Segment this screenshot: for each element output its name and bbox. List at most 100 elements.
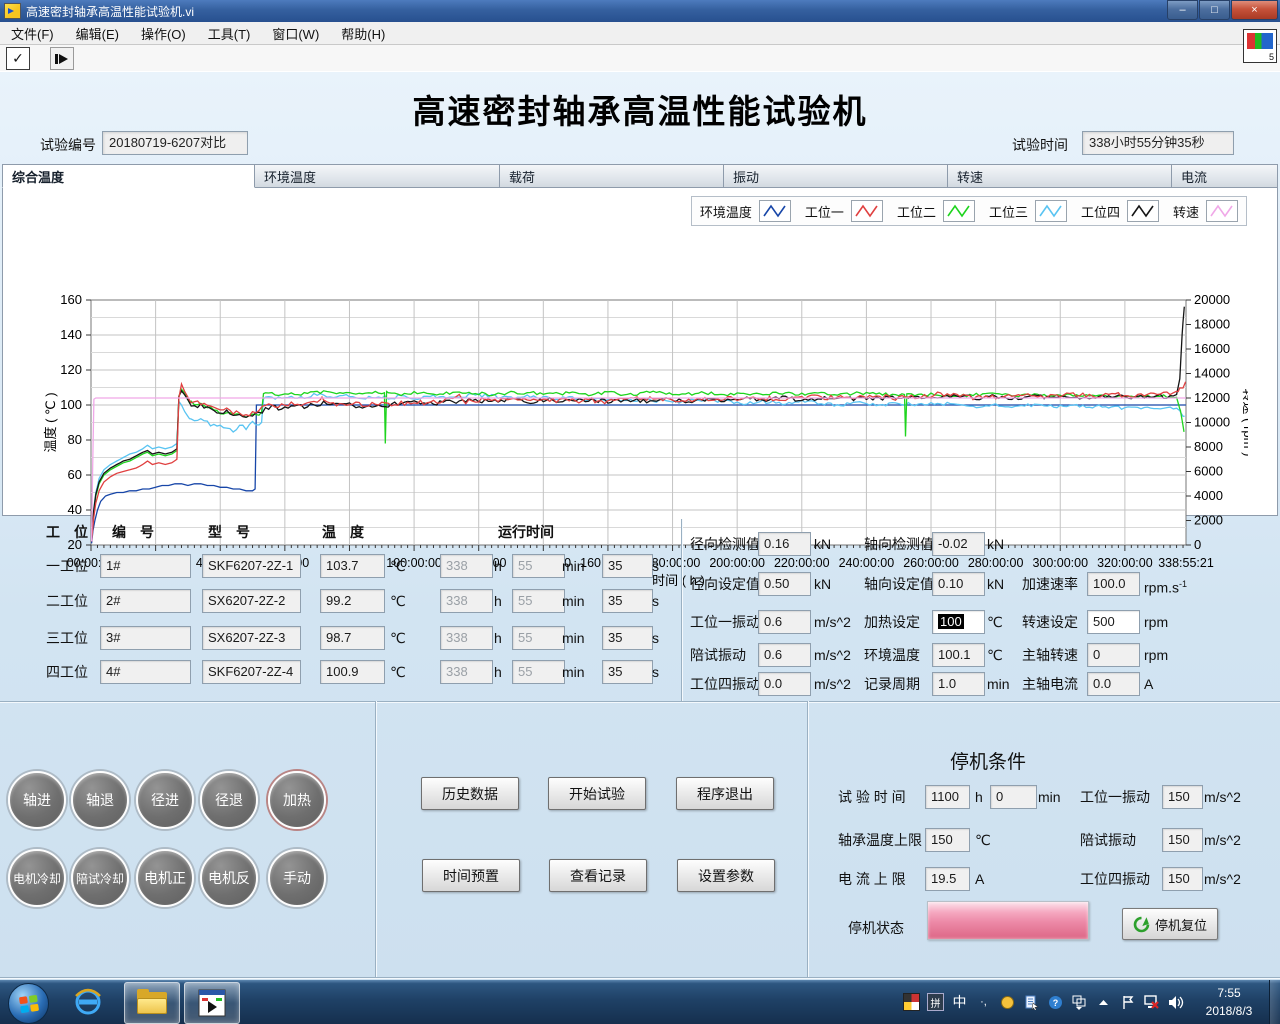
button-设置参数[interactable]: 设置参数 xyxy=(677,859,775,892)
desktop: 高速密封轴承高温性能试验机.vi – □ × 文件(F)编辑(E)操作(O)工具… xyxy=(0,0,1280,1024)
legend-item-工位三[interactable]: 工位三 xyxy=(989,200,1067,222)
shutdown-right-unit: m/s^2 xyxy=(1204,828,1241,852)
round-button-电机冷却[interactable]: 电机冷却 xyxy=(8,849,66,907)
messenger-icon[interactable] xyxy=(999,994,1016,1011)
volume-icon[interactable] xyxy=(1167,994,1184,1011)
action-center-flag-icon[interactable] xyxy=(1119,994,1136,1011)
round-button-手动[interactable]: 手动 xyxy=(268,849,326,907)
window-arrange-icon[interactable] xyxy=(1071,994,1088,1011)
param-field-加热设定[interactable]: 100 xyxy=(932,610,985,634)
s-unit: s xyxy=(652,589,659,613)
round-button-电机反[interactable]: 电机反 xyxy=(200,849,258,907)
menu-item-0[interactable]: 文件(F) xyxy=(0,22,65,44)
legend-item-工位一[interactable]: 工位一 xyxy=(805,200,883,222)
station-model-field[interactable]: SKF6207-2Z-1 xyxy=(202,554,301,578)
tab-综合温度[interactable]: 综合温度 xyxy=(2,164,255,188)
param-field-转速设定[interactable]: 500 xyxy=(1087,610,1140,634)
document-icon[interactable] xyxy=(1023,994,1040,1011)
legend-item-工位二[interactable]: 工位二 xyxy=(897,200,975,222)
shutdown-unit: h xyxy=(975,785,983,809)
ime-badge-icon[interactable] xyxy=(903,994,920,1011)
legend-swatch xyxy=(1035,200,1067,222)
tab-strip: 综合温度环境温度载荷振动转速电流 xyxy=(2,164,1278,189)
show-desktop-button[interactable] xyxy=(1269,980,1280,1024)
temp-unit: ℃ xyxy=(390,589,406,613)
tab-载荷[interactable]: 载荷 xyxy=(500,164,724,188)
round-button-电机正[interactable]: 电机正 xyxy=(136,849,194,907)
taskbar-clock[interactable]: 7:55 2018/8/3 xyxy=(1192,984,1266,1020)
explorer-taskbar-item[interactable] xyxy=(124,982,180,1024)
station-label: 二工位 xyxy=(46,589,88,613)
maximize-button[interactable]: □ xyxy=(1199,0,1230,20)
param-label: 工位一振动 xyxy=(690,610,760,634)
station-model-field[interactable]: SKF6207-2Z-4 xyxy=(202,660,301,684)
clock-date: 2018/8/3 xyxy=(1192,1002,1266,1020)
run-button[interactable] xyxy=(50,47,74,70)
test-id-field[interactable]: 20180719-6207对比 xyxy=(102,131,248,155)
station-no-field[interactable]: 1# xyxy=(100,554,191,578)
legend-item-工位四[interactable]: 工位四 xyxy=(1081,200,1159,222)
min-unit: min xyxy=(562,626,585,650)
menu-item-5[interactable]: 帮助(H) xyxy=(330,22,396,44)
h-unit: h xyxy=(494,660,502,684)
windows-logo-icon xyxy=(18,993,40,1015)
menu-item-2[interactable]: 操作(O) xyxy=(130,22,197,44)
button-程序退出[interactable]: 程序退出 xyxy=(676,777,774,810)
legend-item-环境温度[interactable]: 环境温度 xyxy=(700,200,791,222)
round-button-加热[interactable]: 加热 xyxy=(268,771,326,829)
menu-item-4[interactable]: 窗口(W) xyxy=(261,22,330,44)
shutdown-field[interactable]: 150 xyxy=(925,828,970,852)
round-button-轴退[interactable]: 轴退 xyxy=(71,771,129,829)
help-icon[interactable]: ? xyxy=(1047,994,1064,1011)
button-历史数据[interactable]: 历史数据 xyxy=(421,777,519,810)
menu-item-1[interactable]: 编辑(E) xyxy=(65,22,130,44)
station-no-field[interactable]: 4# xyxy=(100,660,191,684)
shutdown-reset-button[interactable]: 停机复位 xyxy=(1122,908,1218,940)
min-unit: min xyxy=(562,660,585,684)
station-no-field[interactable]: 2# xyxy=(100,589,191,613)
station-model-field[interactable]: SX6207-2Z-3 xyxy=(202,626,301,650)
round-button-径进[interactable]: 径进 xyxy=(136,771,194,829)
round-button-径退[interactable]: 径退 xyxy=(200,771,258,829)
ime-lang-indicator[interactable]: 中 xyxy=(951,994,968,1011)
shutdown-right-field[interactable]: 150 xyxy=(1162,828,1203,852)
ime-mode-icon[interactable]: 拼 xyxy=(927,994,944,1011)
button-时间预置[interactable]: 时间预置 xyxy=(422,859,520,892)
button-查看记录[interactable]: 查看记录 xyxy=(549,859,647,892)
minimize-button[interactable]: – xyxy=(1167,0,1198,20)
round-button-轴进[interactable]: 轴进 xyxy=(8,771,66,829)
tray-expand-icon[interactable] xyxy=(1095,994,1112,1011)
shutdown-right-field[interactable]: 150 xyxy=(1162,785,1203,809)
station-model-field[interactable]: SX6207-2Z-2 xyxy=(202,589,301,613)
ie-taskbar-item[interactable] xyxy=(64,982,112,1022)
tab-电流[interactable]: 电流 xyxy=(1172,164,1278,188)
shutdown-field[interactable]: 1100 xyxy=(925,785,970,809)
s-unit: s xyxy=(652,626,659,650)
start-button[interactable] xyxy=(8,983,49,1024)
shutdown-right-label-2: 工位四振动 xyxy=(1080,867,1150,891)
legend-swatch xyxy=(759,200,791,222)
tab-转速[interactable]: 转速 xyxy=(948,164,1172,188)
tab-振动[interactable]: 振动 xyxy=(724,164,948,188)
close-button[interactable]: × xyxy=(1231,0,1278,20)
round-button-陪试冷却[interactable]: 陪试冷却 xyxy=(71,849,129,907)
param-label: 主轴电流 xyxy=(1022,672,1078,696)
runtime-min-field: 55 xyxy=(512,660,565,684)
runtime-s-field: 35 xyxy=(602,660,653,684)
shutdown-field[interactable]: 0 xyxy=(990,785,1037,809)
confirm-button[interactable]: ✓ xyxy=(6,47,30,70)
menu-item-3[interactable]: 工具(T) xyxy=(197,22,262,44)
network-error-icon[interactable] xyxy=(1143,994,1160,1011)
labview-taskbar-item[interactable] xyxy=(184,982,240,1024)
run-arrow-icon xyxy=(54,51,70,67)
tab-环境温度[interactable]: 环境温度 xyxy=(255,164,500,188)
station-no-field[interactable]: 3# xyxy=(100,626,191,650)
shutdown-conditions-panel: 停机条件 停机状态 停机复位 试 验 时 间1100h0min工位一振动150m… xyxy=(808,701,1280,977)
button-开始试验[interactable]: 开始试验 xyxy=(548,777,646,810)
param-field-主轴转速: 0 xyxy=(1087,643,1140,667)
shutdown-right-field[interactable]: 150 xyxy=(1162,867,1203,891)
runtime-h-field: 338 xyxy=(440,660,493,684)
punctuation-icon[interactable]: ·, xyxy=(975,994,992,1011)
legend-item-转速[interactable]: 转速 xyxy=(1173,200,1238,222)
shutdown-field[interactable]: 19.5 xyxy=(925,867,970,891)
